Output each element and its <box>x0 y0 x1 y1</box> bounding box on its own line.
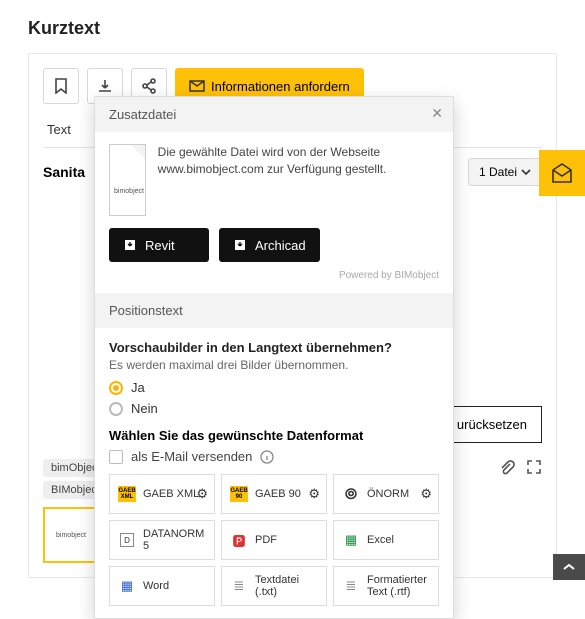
checkbox-icon <box>109 450 123 464</box>
file-info-text: Die gewählte Datei wird von der Webseite… <box>158 144 439 179</box>
preview-question: Vorschaubilder in den Langtext übernehme… <box>109 340 439 355</box>
revit-button[interactable]: Revit <box>109 228 209 262</box>
format-gaebxml[interactable]: GAEBXMLGAEB XML⚙ <box>109 474 215 514</box>
bookmark-button[interactable] <box>43 68 79 104</box>
gear-icon[interactable]: ⚙ <box>196 486 208 502</box>
radio-circle-icon <box>109 381 123 395</box>
format-onorm[interactable]: ⦾ÖNORM⚙ <box>333 474 439 514</box>
format-rtf[interactable]: ≣Formatierter Text (.rtf) <box>333 566 439 606</box>
modal-close-button[interactable]: ✕ <box>431 105 443 122</box>
word-icon: ▦ <box>118 578 136 594</box>
excel-icon: ▦ <box>342 532 360 548</box>
expand-icon[interactable] <box>526 459 542 475</box>
format-pdf[interactable]: 🅿PDF <box>221 520 327 560</box>
modal-section-zusatz: Zusatzdatei ✕ <box>95 97 453 132</box>
download-icon <box>97 78 113 94</box>
datanorm-icon: D <box>118 532 136 548</box>
format-datanorm[interactable]: DDATANORM 5 <box>109 520 215 560</box>
gaeb90-icon: GAEB90 <box>230 486 248 502</box>
chevron-down-icon <box>521 169 531 175</box>
page-title: Kurztext <box>28 18 557 39</box>
pdf-icon: 🅿 <box>230 532 248 548</box>
bookmark-icon <box>54 78 68 94</box>
file-count-label: 1 Datei <box>479 165 517 179</box>
radio-no[interactable]: Nein <box>109 401 439 416</box>
file-thumbnail: bimobject <box>109 144 146 216</box>
download-icon <box>233 238 247 252</box>
preview-question-sub: Es werden maximal drei Bilder übernommen… <box>109 358 439 372</box>
download-modal: Zusatzdatei ✕ bimobject Die gewählte Dat… <box>94 96 454 619</box>
mail-icon <box>189 80 205 92</box>
gaebxml-icon: GAEBXML <box>118 486 136 502</box>
scroll-top-button[interactable] <box>553 554 585 580</box>
chevron-up-icon <box>563 563 575 571</box>
thumbnail[interactable]: bimobject <box>43 507 99 563</box>
format-grid: GAEBXMLGAEB XML⚙ GAEB90GAEB 90⚙ ⦾ÖNORM⚙ … <box>109 474 439 606</box>
gear-icon[interactable]: ⚙ <box>308 486 320 502</box>
info-icon[interactable] <box>260 450 274 464</box>
powered-by: Powered by BIMobject <box>109 270 439 281</box>
share-icon <box>141 78 157 94</box>
rtf-icon: ≣ <box>342 578 360 594</box>
gear-icon[interactable]: ⚙ <box>420 486 432 502</box>
attachment-icon[interactable] <box>498 459 516 477</box>
format-word[interactable]: ▦Word <box>109 566 215 606</box>
request-info-label: Informationen anfordern <box>211 79 350 94</box>
item-title: Sanita <box>43 164 85 180</box>
format-title: Wählen Sie das gewünschte Datenformat <box>109 428 439 443</box>
modal-section-position: Positionstext <box>95 293 453 328</box>
txt-icon: ≣ <box>230 578 248 594</box>
side-mail-button[interactable] <box>539 150 585 196</box>
mail-open-icon <box>550 162 574 184</box>
file-count-button[interactable]: 1 Datei <box>468 158 542 186</box>
format-gaeb90[interactable]: GAEB90GAEB 90⚙ <box>221 474 327 514</box>
format-excel[interactable]: ▦Excel <box>333 520 439 560</box>
tab-text[interactable]: Text <box>43 114 75 147</box>
email-checkbox-row[interactable]: als E-Mail versenden <box>109 449 439 464</box>
radio-circle-icon <box>109 402 123 416</box>
format-txt[interactable]: ≣Textdatei (.txt) <box>221 566 327 606</box>
download-icon <box>123 238 137 252</box>
radio-yes[interactable]: Ja <box>109 380 439 395</box>
archicad-button[interactable]: Archicad <box>219 228 320 262</box>
reset-button[interactable]: urücksetzen <box>442 406 542 443</box>
onorm-icon: ⦾ <box>342 486 360 502</box>
